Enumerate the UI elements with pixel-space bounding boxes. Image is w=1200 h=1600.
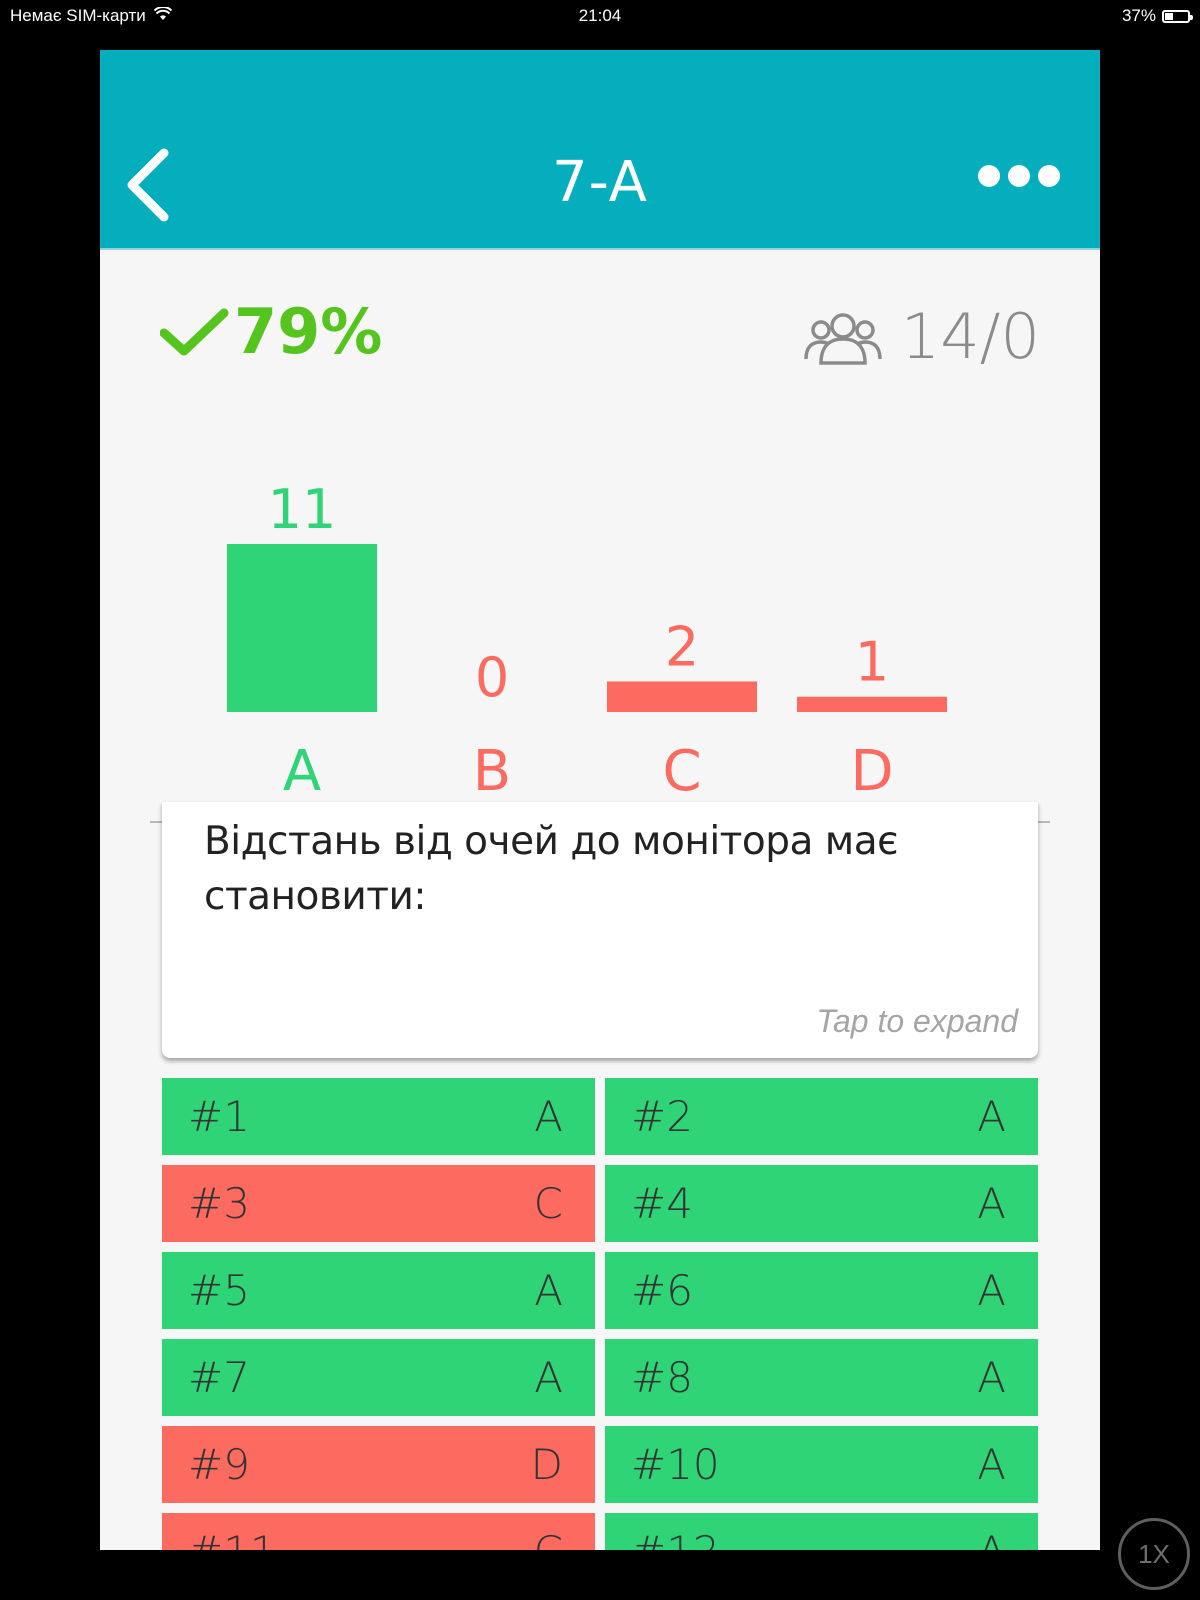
student-answer-cell[interactable]: #8 A	[605, 1339, 1038, 1416]
student-answer-cell[interactable]: #3 C	[162, 1165, 595, 1242]
chart-category-label-a: A	[283, 739, 321, 804]
score-value: 79%	[234, 295, 383, 368]
student-answer-cell[interactable]: #12 A	[605, 1513, 1038, 1550]
more-dots-icon	[1008, 165, 1030, 187]
student-answer-cell[interactable]: #10 A	[605, 1426, 1038, 1503]
status-right: 37%	[1121, 6, 1193, 26]
status-bar: Немає SIM-карти 21:04 37%	[0, 0, 1200, 34]
student-answer-cell[interactable]: #5 A	[162, 1252, 595, 1329]
student-number: #11	[188, 1527, 277, 1550]
student-answer-cell[interactable]: #6 A	[605, 1252, 1038, 1329]
more-button[interactable]	[978, 165, 1060, 187]
answer-row: #7 A #8 A	[162, 1339, 1038, 1416]
student-answer: A	[977, 1266, 1006, 1315]
participants-value: 14/0	[900, 300, 1040, 373]
chart-value-label-d: 1	[855, 631, 889, 694]
student-answer: D	[530, 1440, 563, 1489]
more-dots-icon	[1038, 165, 1060, 187]
chart-category-label-d: D	[850, 739, 893, 804]
student-answer: A	[977, 1353, 1006, 1402]
header: 7-A	[100, 50, 1100, 250]
chart-bar-a	[227, 544, 377, 712]
student-answer-cell[interactable]: #11 C	[162, 1513, 595, 1550]
student-answer-cell[interactable]: #2 A	[605, 1078, 1038, 1155]
student-answer: A	[534, 1092, 563, 1141]
student-number: #9	[188, 1440, 250, 1489]
student-answer: C	[533, 1179, 563, 1228]
speed-button[interactable]: 1X	[1118, 1518, 1190, 1590]
student-number: #2	[631, 1092, 693, 1141]
page-title: 7-A	[552, 150, 648, 215]
question-text: Відстань від очей до монітора має станов…	[204, 819, 899, 919]
chart-category-label-b: B	[473, 739, 511, 804]
student-answer-cell[interactable]: #4 A	[605, 1165, 1038, 1242]
student-answer: A	[977, 1179, 1006, 1228]
student-answer-cell[interactable]: #7 A	[162, 1339, 595, 1416]
more-dots-icon	[978, 165, 1000, 187]
answer-row: #3 C #4 A	[162, 1165, 1038, 1242]
chart-bar-d	[797, 696, 947, 712]
student-answer: A	[977, 1440, 1006, 1489]
score-indicator: 79%	[160, 295, 382, 368]
battery-text: 37%	[1121, 6, 1156, 25]
app-window: 7-A 79% 14/0 11 A 0 B 2 C 1 D Відстань в…	[100, 50, 1100, 1550]
student-number: #1	[188, 1092, 250, 1141]
student-number: #7	[188, 1353, 250, 1402]
checkmark-icon	[160, 308, 229, 355]
student-number: #10	[631, 1440, 720, 1489]
chart-value-label-c: 2	[665, 615, 699, 678]
student-answer: A	[534, 1353, 563, 1402]
users-group-icon	[804, 312, 882, 365]
battery-icon	[1162, 9, 1193, 23]
answer-row: #5 A #6 A	[162, 1252, 1038, 1329]
student-answer: C	[534, 1527, 563, 1550]
student-answer-cell[interactable]: #1 A	[162, 1078, 595, 1155]
student-number: #5	[188, 1266, 250, 1315]
student-answer: A	[977, 1527, 1006, 1550]
student-number: #3	[188, 1179, 250, 1228]
battery-fill	[1165, 12, 1174, 20]
chart-bar-c	[607, 681, 757, 712]
student-answer: A	[977, 1092, 1006, 1141]
student-number: #6	[631, 1266, 693, 1315]
answer-distribution-chart: 11 A 0 B 2 C 1 D	[100, 430, 1100, 830]
student-answers-grid: #1 A #2 A #3 C #4 A #5 A #6 A #7 A #8 A #9 D #10 A #11 C #12 A	[162, 1078, 1038, 1550]
expand-hint: Tap to expand	[816, 1003, 1018, 1039]
student-number: #12	[631, 1527, 720, 1550]
participants-indicator: 14/0	[803, 300, 1040, 373]
student-answer: A	[534, 1266, 563, 1315]
status-time: 21:04	[578, 6, 622, 25]
student-number: #4	[631, 1179, 693, 1228]
answer-row: #1 A #2 A	[162, 1078, 1038, 1155]
student-answer-cell[interactable]: #9 D	[162, 1426, 595, 1503]
answer-row: #11 C #12 A	[162, 1513, 1038, 1550]
chart-svg: 11 A 0 B 2 C 1 D	[150, 478, 1050, 823]
student-number: #8	[631, 1353, 693, 1402]
answer-row: #9 D #10 A	[162, 1426, 1038, 1503]
question-card[interactable]: Відстань від очей до монітора має станов…	[162, 802, 1038, 1058]
chart-value-label-a: 11	[268, 478, 337, 541]
chart-category-label-c: C	[662, 739, 701, 804]
chart-value-label-b: 0	[475, 646, 509, 709]
